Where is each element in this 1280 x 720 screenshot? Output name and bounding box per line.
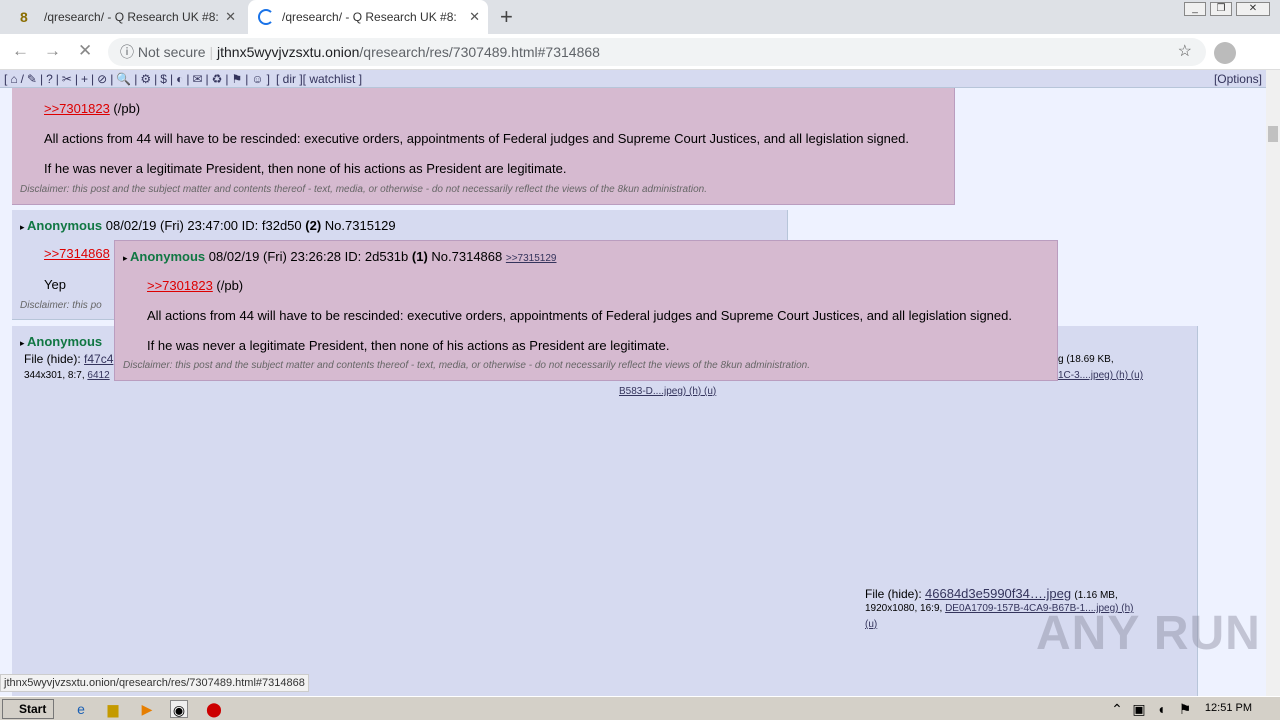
bookmark-star-icon[interactable]: ☆ [1178,38,1192,66]
watermark: ANY RUN [1036,607,1261,660]
tab-inactive[interactable]: 8 /qresearch/ - Q Research UK #8: Bo ✕ [8,0,244,34]
url-field[interactable]: ⓘ Not secure | jthnx5wyvjvzsxtu.onion/qr… [108,38,1206,66]
minimize-button[interactable]: _ [1184,2,1206,16]
disclaimer: Disclaimer: this post and the subject ma… [123,360,810,371]
file-original-link[interactable]: 1C-3....jpeg) (h) (u) [1058,370,1143,381]
tab-title: /qresearch/ - Q Research UK #8: Bo [282,10,460,24]
quote-link[interactable]: >>7301823 [44,101,110,116]
post-number[interactable]: No.7314868 [431,249,502,264]
close-tab-icon[interactable]: ✕ [469,9,480,25]
file-dims: 344x301, 8:7, 6412 [24,370,110,381]
new-tab-button[interactable]: + [500,4,513,30]
start-button[interactable]: Start [2,699,54,719]
id-count: (1) [411,249,428,264]
clock: 12:51 PM [1204,702,1252,714]
post-number[interactable]: No.7315129 [325,218,396,233]
alert-icon[interactable]: ⬤ [205,700,223,718]
file-unix-link[interactable]: (u) [865,619,877,630]
security-label: Not secure [137,44,206,60]
quote-board: (/pb) [212,278,244,293]
board-toolbar-icons[interactable]: [⌂/✎|?|✂|+|⊘|🔍|⚙|$|◐|✉|♻|⚑|☺] [4,72,273,86]
restore-button[interactable]: ❐ [1210,2,1232,16]
poster-name: Anonymous [27,334,103,349]
post-date: 08/02/19 (Fri) 23:26:28 [208,249,342,264]
network-icon[interactable]: ▣ [1130,700,1148,718]
post-date: 08/02/19 (Fri) 23:47:00 [105,218,239,233]
post-body-line: If he was never a legitimate President, … [44,161,567,176]
flag-icon[interactable]: ⚑ [1176,700,1194,718]
id-count: (2) [305,218,322,233]
file-size: g (18.69 KB, [1058,354,1114,365]
chrome-icon[interactable]: ◉ [170,700,188,718]
backlink[interactable]: >>7315129 [506,253,557,264]
folder-icon[interactable]: ▆ [104,700,122,718]
close-tab-icon[interactable]: ✕ [225,9,236,25]
url-host: jthnx5wyvjvzsxtu.onion [217,44,360,60]
board-toolbar: [⌂/✎|?|✂|+|⊘|🔍|⚙|$|◐|✉|♻|⚑|☺] [ dir ][ w… [0,70,1266,88]
address-bar-row: ← → ✕ ⓘ Not secure | jthnx5wyvjvzsxtu.on… [0,34,1280,100]
quote-link[interactable]: >>7314868 [44,246,110,261]
post-body-line: All actions from 44 will have to be resc… [147,308,1012,323]
scrollbar-thumb[interactable] [1268,126,1278,142]
quote-board: (/pb) [109,101,141,116]
file-info: File (hide): 46684d3e5990f34….jpeg (1.16… [865,586,1118,601]
ie-icon[interactable]: e [72,700,90,718]
status-bar-url: jthnx5wyvjvzsxtu.onion/qresearch/res/730… [0,674,309,692]
close-window-button[interactable]: ✕ [1236,2,1270,16]
file-link[interactable]: f47c4 [84,352,113,366]
site-favicon-icon: 8 [20,9,28,25]
poster-name: Anonymous [130,249,206,264]
file-info: File (hide): f47c4 [24,352,114,366]
disclaimer: Disclaimer: this po [20,300,102,311]
info-icon[interactable]: ⓘ [120,44,134,60]
post-with-files: ▸ Anonymous File (hide): f47c4 344x301, … [12,326,1198,700]
post-body-line: All actions from 44 will have to be resc… [44,131,909,146]
options-link[interactable]: [Options] [1214,72,1262,86]
hover-preview-post: ▸ Anonymous 08/02/19 (Fri) 23:26:28 ID: … [114,240,1058,381]
tab-title: /qresearch/ - Q Research UK #8: Bo [44,10,222,24]
poster-id[interactable]: ID: 2d531b [345,249,409,264]
media-player-icon[interactable]: ▶ [138,700,156,718]
back-icon[interactable]: ← [12,41,29,61]
poster-id[interactable]: ID: f32d50 [242,218,302,233]
stop-loading-icon[interactable]: ✕ [78,41,92,61]
tray-expand-icon[interactable]: ⌃ [1108,700,1126,718]
taskbar: Start e ▆ ▶ ◉ ⬤ ⌃ ▣ ◖ ⚑ 12:51 PM [0,696,1280,720]
file-original-link[interactable]: B583-D....jpeg) (h) (u) [619,386,716,397]
quote-link[interactable]: >>7301823 [147,278,213,293]
scrollbar[interactable] [1266,70,1280,700]
profile-avatar[interactable] [1214,42,1236,64]
tab-active[interactable]: /qresearch/ - Q Research UK #8: Bo ✕ [248,0,488,34]
volume-icon[interactable]: ◖ [1152,700,1170,718]
dir-link[interactable]: [ dir ][ watchlist ] [276,72,362,86]
tab-strip: 8 /qresearch/ - Q Research UK #8: Bo ✕ /… [0,0,1280,34]
page-content: [⌂/✎|?|✂|+|⊘|🔍|⚙|$|◐|✉|♻|⚑|☺] [ dir ][ w… [0,70,1280,700]
disclaimer: Disclaimer: this post and the subject ma… [20,184,707,195]
forward-icon[interactable]: → [44,41,61,61]
loading-spinner-icon [258,9,274,25]
file-link[interactable]: 46684d3e5990f34….jpeg [925,586,1071,601]
url-path: /qresearch/res/7307489.html#7314868 [359,44,600,60]
post-body-line: If he was never a legitimate President, … [147,338,670,353]
poster-name: Anonymous [27,218,103,233]
file-original-link[interactable]: 6412 [87,370,109,381]
post-highlighted: >>7301823 (/pb) All actions from 44 will… [12,88,955,205]
post-body-line: Yep [44,277,66,292]
